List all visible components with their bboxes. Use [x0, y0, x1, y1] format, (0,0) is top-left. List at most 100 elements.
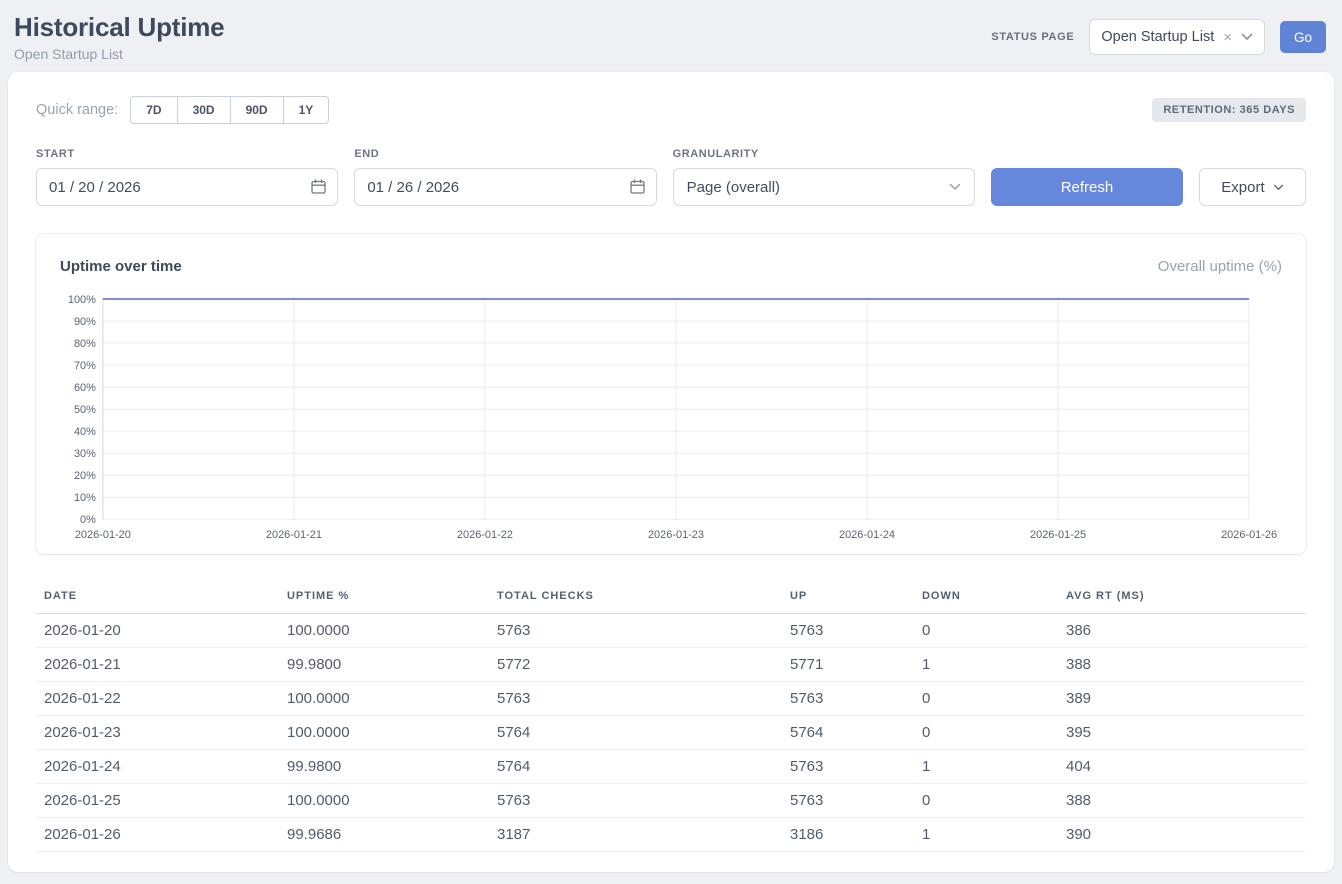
column-header: DATE [36, 582, 279, 614]
chart-header: Uptime over time Overall uptime (%) [60, 252, 1282, 291]
status-page-select[interactable]: Open Startup List × [1089, 19, 1265, 55]
table-cell: 2026-01-23 [36, 716, 279, 750]
quick-range-row: Quick range: 7D30D90D1Y [36, 96, 329, 124]
column-header: TOTAL CHECKS [489, 582, 782, 614]
table-cell: 1 [914, 648, 1058, 682]
svg-text:80%: 80% [74, 338, 96, 350]
table-cell: 0 [914, 682, 1058, 716]
uptime-chart: 100%90%80%70%60%50%40%30%20%10%0%2026-01… [60, 291, 1282, 542]
table-cell: 2026-01-24 [36, 750, 279, 784]
calendar-icon[interactable] [310, 178, 327, 195]
status-page-label: STATUS PAGE [991, 31, 1074, 43]
table-cell: 0 [914, 716, 1058, 750]
svg-text:2026-01-26: 2026-01-26 [1221, 529, 1277, 541]
granularity-select[interactable]: Page (overall) [673, 168, 975, 206]
svg-text:40%: 40% [74, 426, 96, 438]
svg-text:20%: 20% [74, 470, 96, 482]
table-header-row: DATEUPTIME %TOTAL CHECKSUPDOWNAVG RT (MS… [36, 582, 1306, 614]
table-cell: 100.0000 [279, 716, 489, 750]
table-cell: 99.9686 [279, 818, 489, 852]
table-row: 2026-01-23100.0000576457640395 [36, 716, 1306, 750]
quick-range-30d-button[interactable]: 30D [177, 96, 231, 124]
table-cell: 100.0000 [279, 784, 489, 818]
svg-text:2026-01-24: 2026-01-24 [839, 529, 895, 541]
granularity-field: GRANULARITY Page (overall) [673, 148, 975, 206]
uptime-table-wrap: DATEUPTIME %TOTAL CHECKSUPDOWNAVG RT (MS… [36, 582, 1306, 852]
table-cell: 99.9800 [279, 750, 489, 784]
table-cell: 100.0000 [279, 614, 489, 648]
table-row: 2026-01-22100.0000576357630389 [36, 682, 1306, 716]
table-cell: 5763 [782, 682, 914, 716]
table-cell: 389 [1058, 682, 1306, 716]
table-cell: 1 [914, 750, 1058, 784]
export-button-label: Export [1221, 179, 1264, 196]
retention-badge: RETENTION: 365 DAYS [1152, 98, 1306, 122]
svg-text:2026-01-21: 2026-01-21 [266, 529, 322, 541]
table-cell: 99.9800 [279, 648, 489, 682]
table-row: 2026-01-25100.0000576357630388 [36, 784, 1306, 818]
start-date-input[interactable] [36, 168, 338, 206]
table-cell: 0 [914, 784, 1058, 818]
table-cell: 395 [1058, 716, 1306, 750]
page-title: Historical Uptime [14, 12, 224, 43]
table-cell: 388 [1058, 784, 1306, 818]
table-cell: 5764 [782, 716, 914, 750]
table-cell: 5764 [489, 750, 782, 784]
filter-form-row: START END [36, 148, 1306, 206]
uptime-table: DATEUPTIME %TOTAL CHECKSUPDOWNAVG RT (MS… [36, 582, 1306, 852]
svg-text:50%: 50% [74, 404, 96, 416]
svg-text:2026-01-20: 2026-01-20 [75, 529, 131, 541]
chart-card: Uptime over time Overall uptime (%) 100%… [36, 234, 1306, 554]
column-header: DOWN [914, 582, 1058, 614]
table-cell: 390 [1058, 818, 1306, 852]
chevron-down-icon [1241, 33, 1253, 41]
table-cell: 5772 [489, 648, 782, 682]
granularity-selected-value: Page (overall) [687, 179, 780, 196]
svg-text:2026-01-25: 2026-01-25 [1030, 529, 1086, 541]
svg-text:70%: 70% [74, 360, 96, 372]
start-date-field: START [36, 148, 338, 206]
quick-range-7d-button[interactable]: 7D [130, 96, 177, 124]
svg-text:30%: 30% [74, 448, 96, 460]
table-cell: 386 [1058, 614, 1306, 648]
granularity-label: GRANULARITY [673, 148, 975, 160]
table-cell: 5763 [489, 682, 782, 716]
refresh-button[interactable]: Refresh [991, 168, 1183, 206]
column-header: UPTIME % [279, 582, 489, 614]
svg-text:0%: 0% [80, 514, 96, 526]
end-date-label: END [354, 148, 656, 160]
export-button[interactable]: Export [1199, 168, 1306, 206]
clear-selection-icon[interactable]: × [1223, 30, 1232, 45]
header-controls: STATUS PAGE Open Startup List × Go [991, 19, 1326, 55]
table-cell: 2026-01-21 [36, 648, 279, 682]
table-cell: 0 [914, 614, 1058, 648]
table-cell: 1 [914, 818, 1058, 852]
table-cell: 5764 [489, 716, 782, 750]
page-header: Historical Uptime Open Startup List STAT… [0, 0, 1342, 72]
go-button[interactable]: Go [1280, 21, 1326, 53]
table-cell: 5763 [782, 614, 914, 648]
table-cell: 2026-01-20 [36, 614, 279, 648]
svg-text:90%: 90% [74, 316, 96, 328]
svg-text:2026-01-22: 2026-01-22 [457, 529, 513, 541]
table-cell: 5763 [782, 750, 914, 784]
svg-text:2026-01-23: 2026-01-23 [648, 529, 704, 541]
end-date-input[interactable] [354, 168, 656, 206]
status-page-selected-value: Open Startup List [1101, 29, 1214, 45]
svg-text:10%: 10% [74, 492, 96, 504]
table-cell: 2026-01-26 [36, 818, 279, 852]
table-cell: 100.0000 [279, 682, 489, 716]
table-cell: 5763 [782, 784, 914, 818]
table-row: 2026-01-20100.0000576357630386 [36, 614, 1306, 648]
column-header: AVG RT (MS) [1058, 582, 1306, 614]
table-cell: 5763 [489, 784, 782, 818]
quick-range-label: Quick range: [36, 102, 118, 118]
table-row: 2026-01-2699.9686318731861390 [36, 818, 1306, 852]
page-subtitle: Open Startup List [14, 46, 224, 62]
controls-top-row: Quick range: 7D30D90D1Y RETENTION: 365 D… [36, 96, 1306, 124]
title-block: Historical Uptime Open Startup List [14, 12, 224, 62]
end-date-field: END [354, 148, 656, 206]
quick-range-90d-button[interactable]: 90D [230, 96, 284, 124]
quick-range-1y-button[interactable]: 1Y [283, 96, 330, 124]
calendar-icon[interactable] [629, 178, 646, 195]
